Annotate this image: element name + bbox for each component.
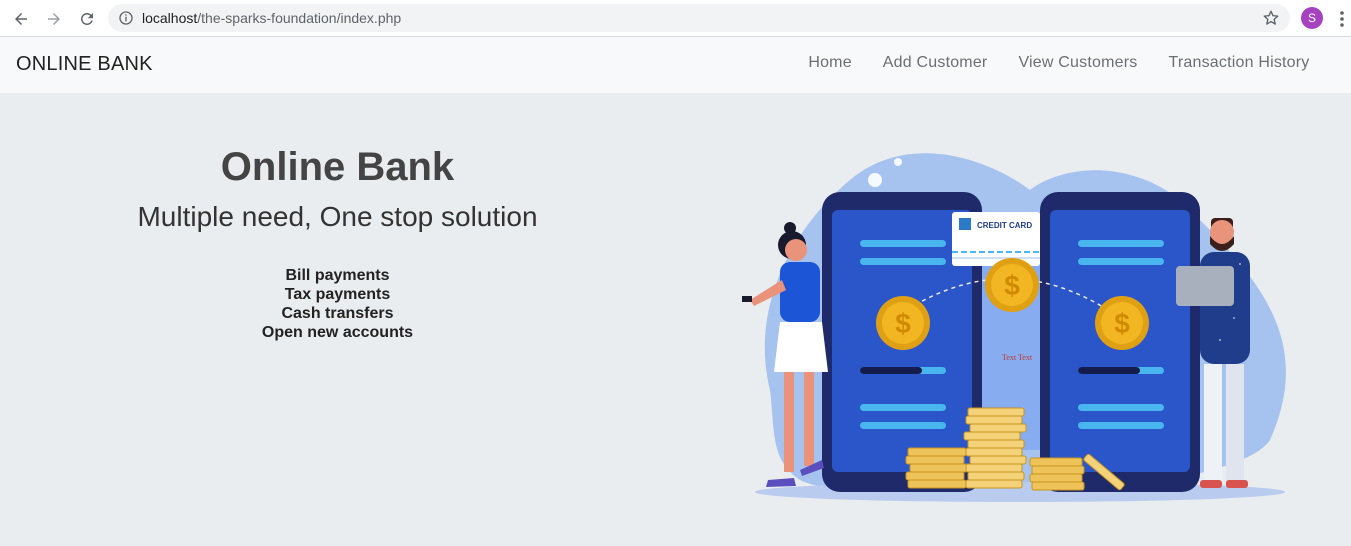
back-arrow-icon — [15, 13, 27, 25]
browser-toolbar: localhost/the-sparks-foundation/index.ph… — [0, 0, 1351, 37]
coin-middle: $ — [985, 258, 1039, 312]
screen-bar — [1078, 404, 1164, 411]
screen-bar — [1078, 258, 1164, 265]
nav-link-add-customer[interactable]: Add Customer — [867, 54, 1003, 72]
screen-bar — [1078, 422, 1164, 429]
feature-item: Open new accounts — [261, 324, 414, 341]
screen-bar — [860, 240, 946, 247]
bubble-decoration — [868, 173, 882, 187]
forward-button[interactable] — [41, 6, 67, 32]
coin-symbol: $ — [895, 308, 911, 339]
coin-left: $ — [876, 296, 930, 350]
nav-link-home[interactable]: Home — [793, 54, 867, 72]
feature-item: Tax payments — [284, 286, 391, 303]
banking-illustration: CREDIT CARD $ $ $ Text Text — [742, 153, 1286, 502]
profile-avatar[interactable]: S — [1301, 7, 1323, 29]
star-icon[interactable] — [1262, 9, 1280, 27]
coin-stack — [905, 447, 969, 489]
brand-logo[interactable]: ONLINE BANK — [16, 53, 153, 76]
screen-bar — [1078, 367, 1140, 374]
feature-item: Cash transfers — [281, 305, 394, 322]
nav-links: Home Add Customer View Customers Transac… — [793, 54, 1325, 72]
feature-list: Bill payments Tax payments Cash transfer… — [0, 266, 675, 342]
coin-symbol: $ — [1114, 308, 1130, 339]
page-title: Online Bank — [220, 145, 455, 189]
reload-icon — [80, 12, 93, 25]
card-logo — [959, 218, 971, 230]
site-navbar: ONLINE BANK Home Add Customer View Custo… — [0, 37, 1351, 93]
screen-bar — [860, 404, 946, 411]
placeholder-text: Text Text — [1002, 353, 1033, 362]
more-vert-icon[interactable] — [1335, 9, 1349, 29]
forward-arrow-icon — [48, 13, 60, 25]
url-host: localhost — [142, 10, 198, 26]
coin-stack — [1029, 457, 1085, 491]
feature-item: Bill payments — [285, 267, 390, 284]
back-button[interactable] — [8, 6, 34, 32]
bubble-decoration — [894, 158, 902, 166]
coin-stack — [963, 407, 1027, 489]
hero-section: Online Bank Multiple need, One stop solu… — [0, 93, 675, 546]
address-bar[interactable]: localhost/the-sparks-foundation/index.ph… — [108, 4, 1290, 32]
reload-button[interactable] — [74, 6, 100, 32]
screen-bar — [860, 367, 922, 374]
screen-bar — [860, 422, 946, 429]
card-label: CREDIT CARD — [977, 221, 1032, 230]
screen-bar — [860, 258, 946, 265]
info-icon[interactable] — [118, 10, 134, 26]
coin-right: $ — [1095, 296, 1149, 350]
url-text[interactable]: localhost/the-sparks-foundation/index.ph… — [142, 10, 401, 26]
nav-link-transaction-history[interactable]: Transaction History — [1153, 54, 1325, 72]
screen-bar — [1078, 240, 1164, 247]
hero-subtitle: Multiple need, One stop solution — [137, 201, 538, 232]
coin-symbol: $ — [1004, 270, 1020, 301]
url-path: /the-sparks-foundation/index.php — [197, 10, 402, 26]
nav-link-view-customers[interactable]: View Customers — [1003, 54, 1153, 72]
